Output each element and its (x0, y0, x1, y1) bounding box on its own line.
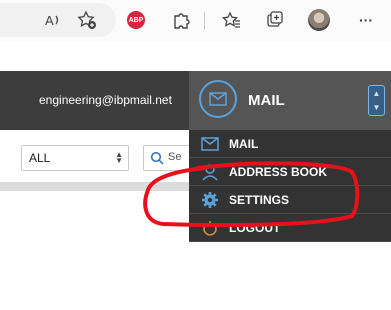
menu-list: MAIL ADDRESS BOOK SETTINGS LOGOUT (189, 130, 391, 242)
profile-avatar[interactable] (306, 7, 332, 33)
menu-item-mail[interactable]: MAIL (189, 130, 391, 158)
adblock-plus-label: ABP (127, 11, 145, 29)
menu-item-label: MAIL (229, 137, 259, 151)
read-aloud-icon[interactable]: A (40, 7, 66, 33)
menu-toggle-button[interactable]: ▲ ▼ (368, 85, 385, 116)
menu-item-address-book[interactable]: ADDRESS BOOK (189, 158, 391, 186)
collections-icon[interactable] (262, 7, 288, 33)
power-icon (201, 219, 219, 237)
mail-menu-icon (199, 80, 237, 118)
add-favorite-icon[interactable] (74, 7, 100, 33)
browser-toolbar: A ABP ··· (0, 0, 391, 41)
menu-item-logout[interactable]: LOGOUT (189, 214, 391, 242)
person-icon (201, 163, 219, 181)
search-placeholder: Se (168, 151, 182, 163)
type-filter-select[interactable]: ALL ▲ ▼ (21, 145, 129, 171)
chevron-up-icon: ▲ (372, 88, 381, 98)
menu-item-settings[interactable]: SETTINGS (189, 186, 391, 214)
envelope-icon (201, 135, 219, 153)
select-arrows-icon: ▲ ▼ (115, 150, 123, 165)
chevron-down-icon: ▼ (372, 102, 381, 112)
search-icon (150, 151, 164, 165)
menu-item-label: SETTINGS (229, 193, 290, 207)
favorites-icon[interactable] (219, 7, 245, 33)
gear-icon (201, 191, 219, 209)
svg-text:A: A (45, 13, 54, 28)
more-icon[interactable]: ··· (353, 7, 379, 33)
extensions-icon[interactable] (168, 7, 194, 33)
account-email: engineering@ibpmail.net (39, 93, 172, 107)
menu-item-label: LOGOUT (229, 221, 281, 235)
more-label: ··· (359, 12, 373, 28)
toolbar-separator (204, 12, 205, 30)
type-filter-value: ALL (29, 151, 51, 165)
adblock-plus-icon[interactable]: ABP (123, 7, 149, 33)
menu-title: MAIL (248, 92, 285, 109)
menu-item-label: ADDRESS BOOK (229, 165, 328, 179)
